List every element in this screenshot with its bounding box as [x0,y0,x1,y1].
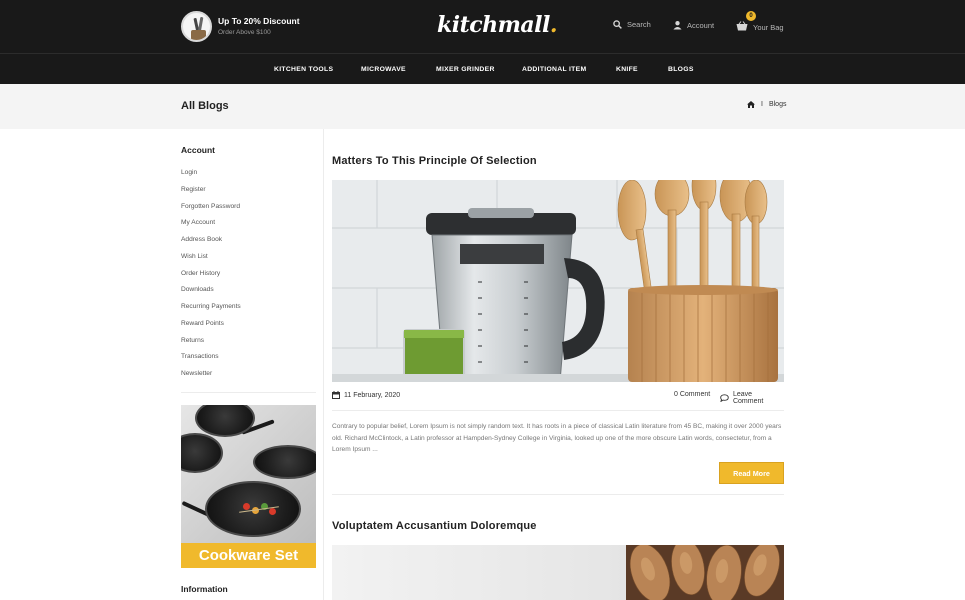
leave-comment-label: Leave Comment [732,391,764,405]
sidebar-link-my-account[interactable]: My Account [181,218,241,235]
nav-additional-item[interactable]: ADDITIONAL ITEM [522,66,586,73]
sidebar-link-downloads[interactable]: Downloads [181,285,241,302]
blender-utensils-photo [332,180,784,382]
post-image[interactable] [332,180,784,382]
search-label: Search [627,20,651,29]
promo-title: Up To 20% Discount [218,15,300,26]
account-link[interactable]: Account [673,20,714,30]
nav-mixer-grinder[interactable]: MIXER GRINDER [436,66,495,73]
search-icon [613,20,622,29]
post-title[interactable]: Matters To This Principle Of Selection [332,155,537,167]
post-date: 11 February, 2020 [332,391,400,399]
knife-block-icon [181,11,212,42]
account-heading: Account [181,145,215,155]
sidebar-divider [181,392,316,393]
account-label: Account [687,20,715,30]
basket-icon [736,21,748,31]
breadcrumb-band: All Blogs I Blogs [0,84,965,129]
cookware-image [181,405,316,543]
search-link[interactable]: Search [613,20,651,29]
column-divider [323,129,324,600]
page-title: All Blogs [181,100,229,112]
post-meta: 11 February, 2020 0 Comment Leave Commen… [332,391,784,405]
information-heading: Information [181,584,228,594]
post-divider [332,494,784,495]
post-image-2[interactable] [332,545,784,600]
comment-count[interactable]: 0 Comment [674,391,710,398]
post-excerpt: Contrary to popular belief, Lorem Ipsum … [332,423,782,453]
home-icon[interactable] [747,101,755,108]
bag-link[interactable]: Your Bag [736,20,784,32]
sidebar-link-address-book[interactable]: Address Book [181,235,241,252]
main-nav: KITCHEN TOOLS MICROWAVE MIXER GRINDER AD… [0,53,965,84]
sidebar-link-reward-points[interactable]: Reward Points [181,319,241,336]
top-header: Up To 20% Discount Order Above $100 kitc… [0,0,965,53]
bag-count-badge: 0 [746,11,756,21]
nav-knife[interactable]: KNIFE [616,66,638,73]
cookware-banner-label: Cookware Set [181,543,316,568]
breadcrumb-separator: I [761,101,763,108]
sidebar-link-wish-list[interactable]: Wish List [181,252,241,269]
read-more-button[interactable]: Read More [719,462,784,484]
meta-divider [332,410,784,411]
sidebar-link-recurring-payments[interactable]: Recurring Payments [181,302,241,319]
calendar-icon [332,391,340,399]
nav-blogs[interactable]: BLOGS [668,66,694,73]
sidebar-link-returns[interactable]: Returns [181,336,241,353]
sidebar-link-transactions[interactable]: Transactions [181,352,241,369]
cookware-banner[interactable]: Cookware Set [181,405,316,568]
comment-icon [720,394,729,402]
promo-subtitle: Order Above $100 [218,28,271,36]
sidebar-link-login[interactable]: Login [181,168,241,185]
nav-microwave[interactable]: MICROWAVE [361,66,406,73]
post-title-2[interactable]: Voluptatem Accusantium Doloremque [332,520,537,532]
account-links: Login Register Forgotten Password My Acc… [181,168,241,386]
wooden-spoons-photo [332,545,784,600]
nav-kitchen-tools[interactable]: KITCHEN TOOLS [274,66,333,73]
sidebar-link-forgotten-password[interactable]: Forgotten Password [181,202,241,219]
breadcrumb: I Blogs [747,101,786,108]
discount-promo[interactable]: Up To 20% Discount Order Above $100 [181,11,300,42]
sidebar-link-newsletter[interactable]: Newsletter [181,369,241,386]
site-logo[interactable]: kitchmall. [437,12,558,38]
sidebar-link-register[interactable]: Register [181,185,241,202]
user-icon [673,21,682,30]
sidebar-link-order-history[interactable]: Order History [181,269,241,286]
breadcrumb-current[interactable]: Blogs [769,101,787,108]
leave-comment-link[interactable]: Leave Comment [720,391,784,405]
post-date-text: 11 February, 2020 [344,391,401,399]
bag-label: Your Bag [753,23,784,32]
